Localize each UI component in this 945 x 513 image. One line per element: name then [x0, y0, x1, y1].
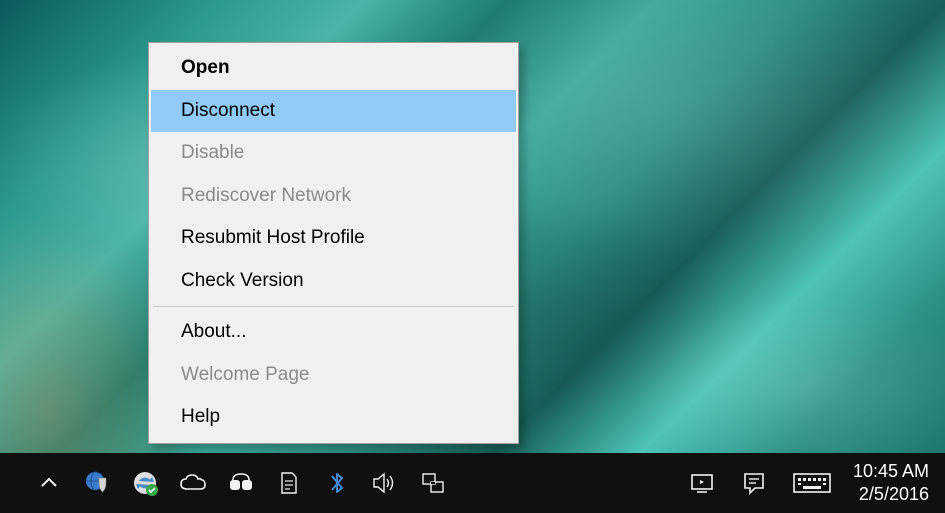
menu-item-help[interactable]: Help — [151, 396, 516, 439]
system-icons — [687, 468, 833, 498]
audio-device-icon[interactable] — [226, 468, 256, 498]
document-icon[interactable] — [274, 468, 304, 498]
clock-date: 2/5/2016 — [853, 483, 929, 506]
shield-globe-icon[interactable] — [82, 468, 112, 498]
menu-item-rediscover-network: Rediscover Network — [151, 175, 516, 218]
action-center-icon[interactable] — [739, 468, 769, 498]
bluetooth-icon[interactable] — [322, 468, 352, 498]
taskbar-clock[interactable]: 10:45 AM 2/5/2016 — [853, 460, 945, 507]
menu-item-resubmit-host-profile[interactable]: Resubmit Host Profile — [151, 217, 516, 260]
keyboard-icon[interactable] — [791, 468, 833, 498]
speaker-icon[interactable] — [370, 468, 400, 498]
cloud-icon[interactable] — [178, 468, 208, 498]
menu-item-welcome-page: Welcome Page — [151, 354, 516, 397]
network-icon[interactable] — [418, 468, 448, 498]
menu-item-about[interactable]: About... — [151, 311, 516, 354]
menu-item-check-version[interactable]: Check Version — [151, 260, 516, 303]
clock-time: 10:45 AM — [853, 460, 929, 483]
show-hidden-icons-button[interactable] — [34, 468, 64, 498]
sync-green-icon[interactable] — [130, 468, 160, 498]
menu-item-open[interactable]: Open — [151, 47, 516, 90]
menu-item-disable: Disable — [151, 132, 516, 175]
system-tray — [34, 453, 448, 513]
tray-context-menu: OpenDisconnectDisableRediscover NetworkR… — [148, 42, 519, 444]
screen-icon[interactable] — [687, 468, 717, 498]
menu-separator — [153, 306, 514, 307]
taskbar: 10:45 AM 2/5/2016 — [0, 453, 945, 513]
menu-item-disconnect[interactable]: Disconnect — [151, 90, 516, 133]
desktop-wallpaper: OpenDisconnectDisableRediscover NetworkR… — [0, 0, 945, 513]
